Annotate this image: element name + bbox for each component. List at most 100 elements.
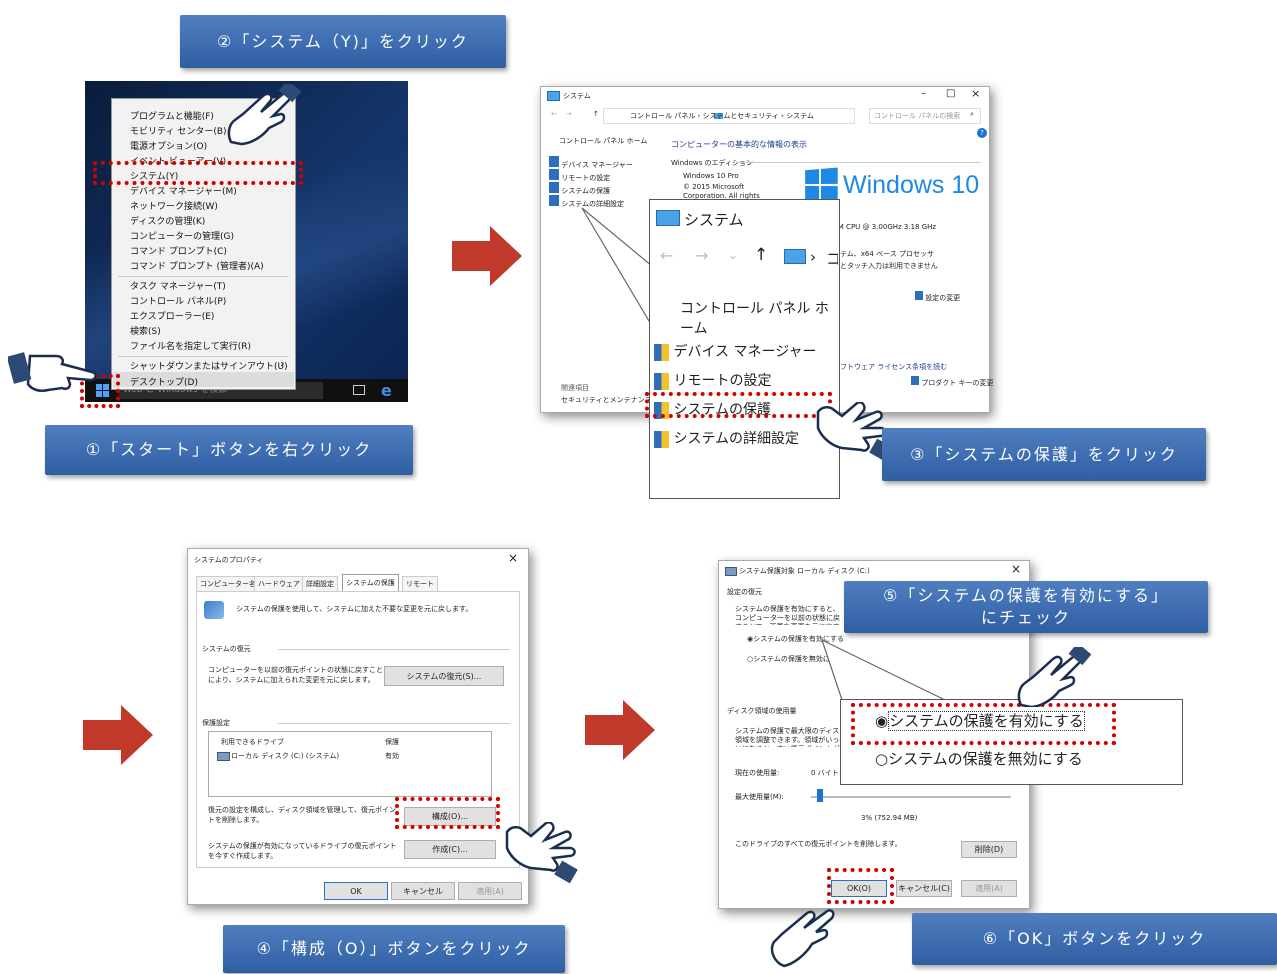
highlight-system-item	[93, 161, 303, 185]
menu-item-run[interactable]: ファイル名を指定して実行(R)	[130, 339, 251, 352]
column-header-protection[interactable]: 保護	[385, 737, 399, 747]
change-settings-link[interactable]: 設定の変更	[915, 291, 960, 303]
address-bar: ← → ↑ コントロール パネル › システムとセキュリティ › システム コン…	[541, 107, 989, 125]
menu-item-computer-management[interactable]: コンピューターの管理(G)	[130, 229, 234, 242]
tab-advanced[interactable]: 詳細設定	[302, 576, 338, 592]
delete-button[interactable]: 削除(D)	[961, 841, 1017, 858]
menu-item-mobility[interactable]: モビリティ センター(B)	[130, 124, 227, 137]
max-usage-value: 3% (752.94 MB)	[861, 814, 918, 822]
arrow-right-icon	[83, 705, 153, 765]
protection-icon	[204, 601, 224, 619]
title-bar: システム – □ ×	[541, 87, 989, 105]
shield-icon	[654, 343, 669, 361]
product-key-link[interactable]: プロダクト キーの変更	[911, 376, 993, 388]
drive-list[interactable]: 利用できるドライブ 保護 ローカル ディスク (C:) (システム) 有効	[208, 731, 492, 797]
windows-logo-icon	[805, 167, 838, 203]
up-icon: ↑	[754, 245, 769, 265]
breadcrumb[interactable]: コントロール パネル › システムとセキュリティ › システム	[603, 108, 855, 124]
disk-usage-description: システムの保護で最大限のディスク領域を調整できます。領域がいっぱいになると、古い…	[735, 727, 847, 747]
drive-protection-state: 有効	[385, 752, 399, 760]
maximize-button[interactable]: □	[946, 88, 955, 99]
up-icon[interactable]: ↑	[593, 110, 599, 118]
zoom-home-link: コントロール パネル ホーム	[680, 301, 829, 337]
shield-icon	[549, 195, 559, 206]
back-icon[interactable]: ←	[551, 110, 557, 118]
pointing-hand-icon	[227, 84, 301, 146]
step-banner-1: ①「スタート」ボタンを右クリック	[45, 425, 413, 475]
max-usage-label: 最大使用量(M):	[735, 793, 784, 801]
menu-item-cmd-admin[interactable]: コマンド プロンプト (管理者)(A)	[130, 259, 264, 272]
help-icon[interactable]: ?	[977, 128, 987, 138]
create-description: システムの保護が有効になっているドライブの復元ポイントを今すぐ作成します。	[208, 842, 397, 860]
shield-icon	[915, 291, 923, 300]
divider	[278, 723, 510, 724]
create-button[interactable]: 作成(C)...	[404, 840, 496, 859]
sidebar-item-protection[interactable]: システムの保護	[549, 182, 610, 196]
menu-item-device-manager[interactable]: デバイス マネージャー(M)	[130, 184, 237, 197]
chevron-right-icon: ›	[810, 248, 816, 266]
shield-icon	[654, 372, 669, 390]
close-button[interactable]: ×	[971, 87, 980, 100]
menu-item-shutdown[interactable]: シャットダウンまたはサインアウト(U)	[130, 359, 288, 372]
menu-item-control-panel[interactable]: コントロール パネル(P)	[130, 294, 226, 307]
menu-item-search[interactable]: 検索(S)	[130, 324, 161, 337]
menu-item-task-manager[interactable]: タスク マネージャー(T)	[130, 279, 226, 292]
cpu-value: XM CPU @ 3.00GHz 3.18 GHz	[833, 223, 937, 231]
column-header-drive[interactable]: 利用できるドライブ	[221, 737, 284, 747]
menu-item-desktop[interactable]: デスクトップ(D)	[130, 375, 198, 388]
sidebar-item-device-manager[interactable]: デバイス マネージャー	[549, 156, 633, 170]
close-button[interactable]: ×	[1011, 562, 1021, 576]
table-row[interactable]: ローカル ディスク (C:) (システム) 有効	[211, 750, 487, 762]
system-restore-button[interactable]: システムの復元(S)...	[384, 666, 504, 686]
max-usage-slider-thumb[interactable]	[817, 789, 823, 802]
restore-description: コンピューターを以前の復元ポイントの状態に戻すことにより、システムに加えられた変…	[208, 666, 383, 684]
zoom-title: システム	[684, 211, 744, 229]
task-view-icon[interactable]	[353, 385, 365, 395]
menu-item-network[interactable]: ネットワーク接続(W)	[130, 199, 218, 212]
menu-separator	[118, 276, 289, 277]
drive-name: ローカル ディスク (C:) (システム)	[231, 752, 340, 760]
step-banner-6: ⑥「OK」ボタンをクリック	[912, 913, 1277, 965]
tab-hardware[interactable]: ハードウェア	[254, 576, 304, 592]
forward-icon[interactable]: →	[566, 110, 572, 118]
menu-item-cmd[interactable]: コマンド プロンプト(C)	[130, 244, 227, 257]
edition-name: Windows 10 Pro	[683, 172, 739, 180]
dialog-title: システムのプロパティ	[194, 556, 264, 564]
menu-item-power[interactable]: 電源オプション(O)	[130, 139, 207, 152]
menu-item-programs[interactable]: プログラムと機能(F)	[130, 109, 214, 122]
cancel-button[interactable]: キャンセル(C)	[896, 880, 952, 897]
related-link-security[interactable]: セキュリティとメンテナンス	[561, 395, 651, 405]
max-usage-slider-track[interactable]	[811, 796, 1011, 798]
edition-label: Windows のエディション	[671, 159, 753, 167]
tab-computer-name[interactable]: コンピューター名	[196, 576, 260, 592]
computer-icon	[784, 249, 806, 264]
sidebar-item-remote[interactable]: リモートの設定	[549, 169, 610, 183]
tab-system-protection[interactable]: システムの保護	[342, 574, 399, 591]
chevron-right-icon: ›	[280, 357, 285, 370]
breadcrumb-fragment: コ	[826, 250, 838, 268]
pointing-hand-icon	[1017, 647, 1091, 707]
menu-item-explorer[interactable]: エクスプローラー(E)	[130, 309, 214, 322]
back-icon: ←	[660, 246, 674, 265]
system-properties-dialog: システムのプロパティ × コンピューター名 ハードウェア 詳細設定 システムの保…	[187, 548, 529, 905]
step-banner-5: ⑤「システムの保護を有効にする」 にチェック	[844, 581, 1208, 633]
cancel-button[interactable]: キャンセル	[391, 882, 455, 900]
step-banner-5-line2: にチェック	[980, 608, 1071, 627]
edge-icon[interactable]: e	[381, 381, 392, 400]
sidebar-home-link[interactable]: コントロール パネル ホーム	[559, 136, 647, 146]
menu-item-disk[interactable]: ディスクの管理(K)	[130, 214, 205, 227]
zoom-item-advanced: システムの詳細設定	[654, 428, 799, 448]
disk-usage-label: ディスク領域の使用量	[727, 707, 797, 715]
arrow-right-icon	[452, 226, 522, 286]
minimize-button[interactable]: –	[921, 88, 926, 99]
drive-icon	[217, 752, 230, 761]
chevron-down-icon: ⌄	[728, 248, 739, 262]
shield-icon	[654, 430, 669, 448]
apply-button[interactable]: 適用(A)	[961, 880, 1017, 897]
search-input[interactable]: コントロール パネルの検索 ⌕	[869, 108, 981, 124]
ok-button[interactable]: OK	[324, 882, 388, 900]
tab-remote[interactable]: リモート	[402, 576, 438, 592]
license-link[interactable]: ソフトウェア ライセンス条項を読む	[833, 362, 947, 372]
close-button[interactable]: ×	[508, 551, 518, 565]
callout-pointer	[820, 638, 946, 701]
